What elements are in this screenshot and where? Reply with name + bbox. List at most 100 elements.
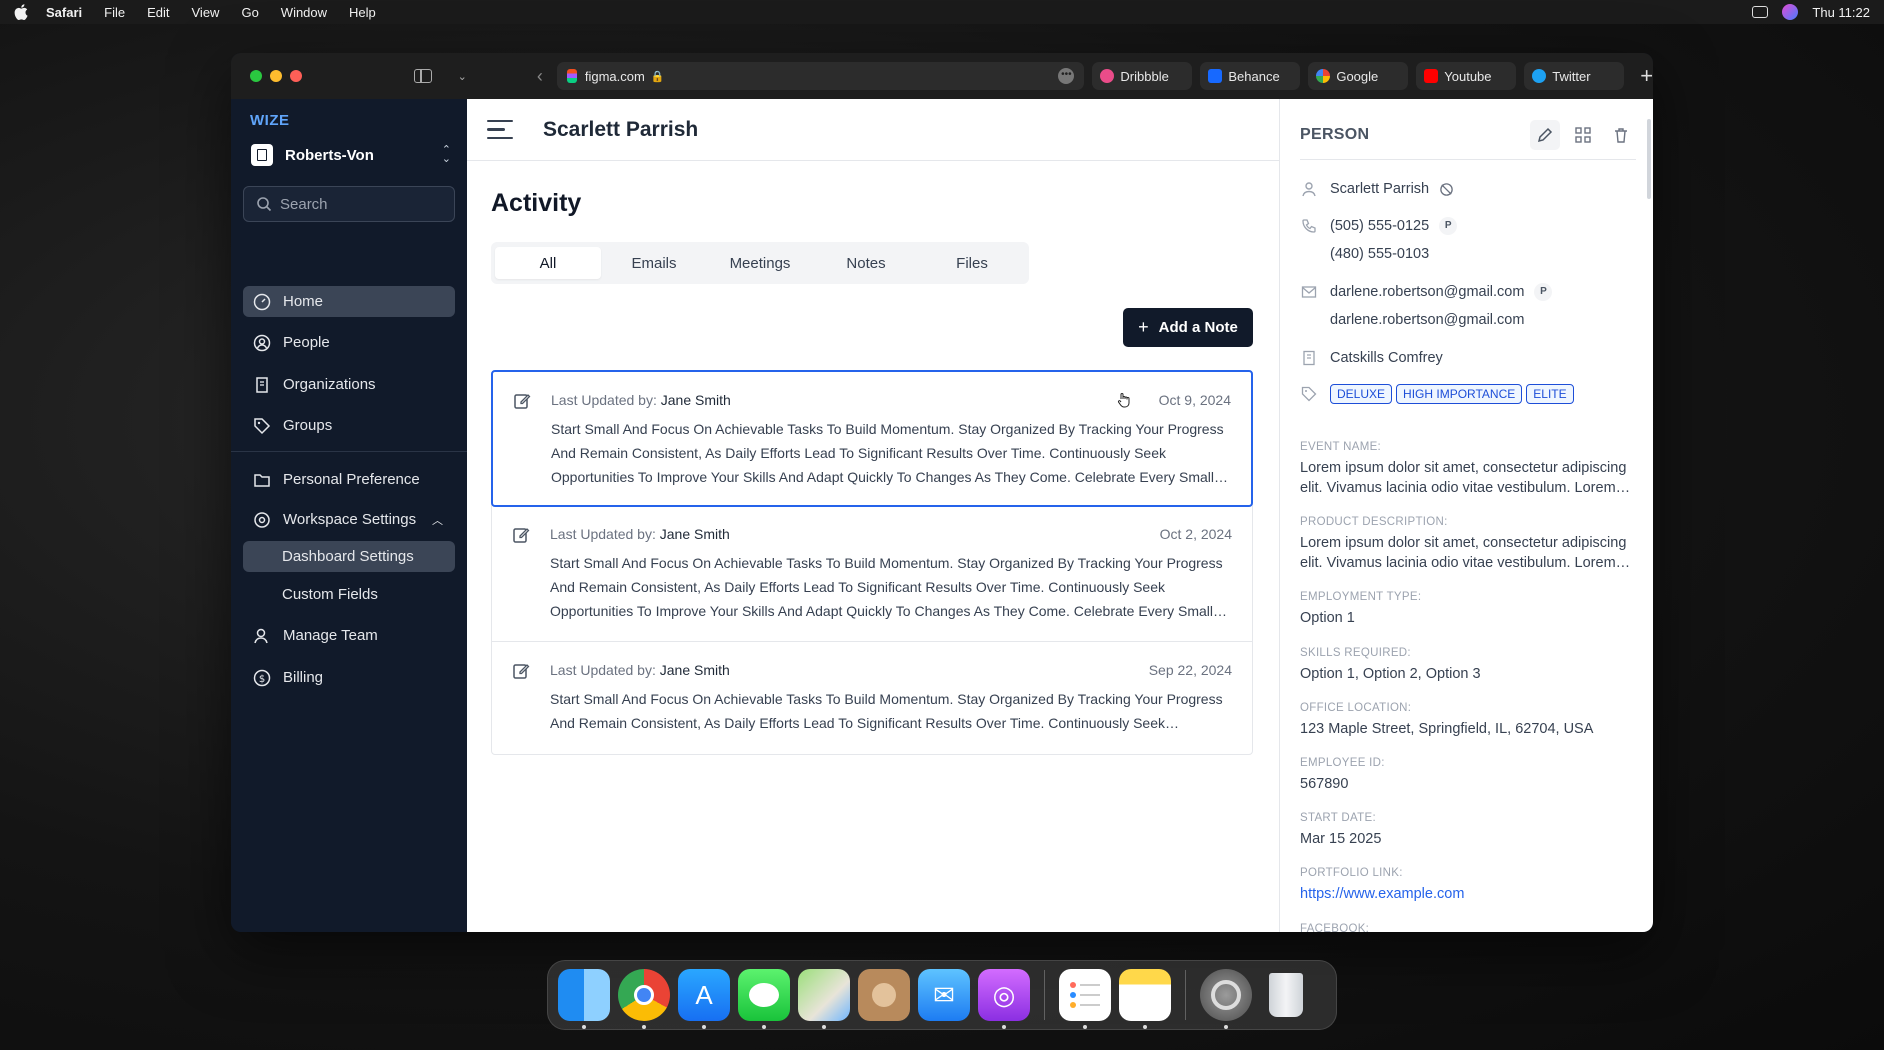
sidebar-item-label: Groups	[283, 417, 333, 434]
maps-icon[interactable]	[798, 969, 850, 1029]
chrome-icon[interactable]	[618, 969, 670, 1029]
field-label: OFFICE LOCATION:	[1300, 702, 1412, 714]
window-minimize-button[interactable]	[270, 70, 282, 82]
sidebar-item-custom-fields[interactable]: Custom Fields	[243, 579, 455, 610]
menu-file[interactable]: File	[104, 5, 125, 20]
podcasts-icon[interactable]: ◎	[978, 969, 1030, 1029]
menu-go[interactable]: Go	[241, 5, 258, 20]
sidebar-item-dashboard-settings[interactable]: Dashboard Settings	[243, 541, 455, 572]
more-options-icon[interactable]: •••	[1058, 68, 1075, 84]
delete-button[interactable]	[1606, 120, 1636, 150]
sidebar-item-label: Organizations	[283, 376, 376, 393]
menu-app-name[interactable]: Safari	[46, 5, 82, 20]
search-input[interactable]	[280, 195, 440, 213]
menu-window[interactable]: Window	[281, 5, 327, 20]
favorite-twitter[interactable]: Twitter	[1524, 62, 1625, 90]
control-center-icon[interactable]	[1752, 6, 1769, 18]
edit-note-icon	[514, 394, 531, 409]
activity-meta: Last Updated by: Jane Smith	[551, 392, 731, 408]
field-value: 123 Maple Street, Springfield, IL, 62704…	[1300, 721, 1594, 737]
svg-text:$: $	[259, 674, 265, 685]
activity-author: Jane Smith	[659, 662, 730, 678]
apple-icon[interactable]	[14, 4, 28, 20]
sidebar-item-label: Personal Preference	[283, 471, 420, 488]
org-switcher[interactable]: Roberts-Von ⌃ ⌄	[251, 143, 451, 167]
tab-notes[interactable]: Notes	[813, 247, 919, 279]
finder-icon[interactable]	[558, 969, 610, 1029]
organization-name[interactable]: Catskills Comfrey	[1330, 350, 1443, 366]
activity-card[interactable]: Last Updated by: Jane Smith Oct 9, 2024 …	[491, 370, 1253, 507]
sidebar-item-billing[interactable]: $ Billing	[243, 662, 455, 693]
messages-icon[interactable]	[738, 969, 790, 1029]
dribbble-icon	[1100, 69, 1115, 83]
menu-help[interactable]: Help	[349, 5, 376, 20]
chevron-down-icon[interactable]: ⌄	[458, 70, 467, 83]
window-close-button[interactable]	[290, 70, 302, 82]
app-sidebar: WIZE Roberts-Von ⌃⌄ Home People Organiza…	[231, 99, 467, 932]
dock-separator	[1044, 970, 1045, 1020]
merge-button[interactable]	[1568, 120, 1598, 150]
phone-secondary[interactable]: (480) 555-0103	[1330, 246, 1429, 262]
sidebar-item-organizations[interactable]: Organizations	[243, 369, 455, 400]
sidebar-search[interactable]	[243, 186, 455, 222]
activity-card[interactable]: Last Updated by: Jane Smith Sep 22, 2024…	[492, 642, 1252, 754]
brand-logo: WIZE	[250, 112, 290, 129]
phone-primary[interactable]: (505) 555-0125	[1330, 218, 1429, 234]
field-value: 567890	[1300, 776, 1349, 792]
tab-emails[interactable]: Emails	[601, 247, 707, 279]
favorite-dribbble[interactable]: Dribbble	[1092, 62, 1193, 90]
sidebar-item-people[interactable]: People	[243, 327, 455, 358]
portfolio-link[interactable]: https://www.example.com	[1300, 884, 1636, 904]
mail-icon[interactable]: ✉	[918, 969, 970, 1021]
reminders-icon[interactable]	[1059, 969, 1111, 1029]
panel-scrollbar[interactable]	[1647, 119, 1651, 199]
sidebar-item-home[interactable]: Home	[243, 286, 455, 317]
sidebar-item-manage-team[interactable]: Manage Team	[243, 620, 455, 651]
add-note-button[interactable]: + Add a Note	[1123, 308, 1253, 347]
building-icon	[253, 376, 271, 394]
notes-icon[interactable]	[1119, 969, 1171, 1029]
contacts-icon[interactable]	[858, 969, 910, 1021]
trash-icon[interactable]	[1260, 969, 1312, 1021]
tag-elite[interactable]: ELITE	[1526, 384, 1574, 404]
address-bar[interactable]: figma.com 🔒 •••	[556, 62, 1085, 90]
app-store-icon[interactable]: A	[678, 969, 730, 1029]
menu-view[interactable]: View	[192, 5, 220, 20]
field-value: Lorem ipsum dolor sit amet, consectetur …	[1300, 460, 1627, 496]
youtube-icon	[1424, 69, 1439, 83]
field-value: Mar 15 2025	[1300, 831, 1382, 847]
person-name: Scarlett Parrish	[1330, 181, 1430, 197]
siri-icon[interactable]	[1782, 4, 1799, 20]
tag-deluxe[interactable]: DELUXE	[1330, 384, 1393, 404]
menu-icon[interactable]	[487, 119, 513, 140]
grid-icon	[1575, 126, 1591, 143]
sidebar-item-personal-preference[interactable]: Personal Preference	[243, 464, 455, 495]
favorite-behance[interactable]: Behance	[1200, 62, 1301, 90]
menu-edit[interactable]: Edit	[147, 5, 169, 20]
email-secondary[interactable]: darlene.robertson@gmail.com	[1330, 312, 1524, 328]
menu-clock[interactable]: Thu 11:22	[1812, 5, 1870, 20]
tab-all[interactable]: All	[495, 247, 601, 279]
email-primary[interactable]: darlene.robertson@gmail.com	[1330, 284, 1524, 300]
sidebar-toggle-icon[interactable]	[414, 69, 432, 83]
field-label: EVENT NAME:	[1300, 441, 1382, 453]
back-arrow-icon[interactable]: ‹	[537, 66, 543, 87]
activity-date: Sep 22, 2024	[1148, 662, 1232, 678]
tag-high-importance[interactable]: HIGH IMPORTANCE	[1396, 384, 1523, 404]
activity-card[interactable]: Last Updated by: Jane Smith Oct 2, 2024 …	[492, 506, 1252, 642]
system-settings-icon[interactable]	[1200, 969, 1252, 1029]
dollar-circle-icon: $	[253, 669, 271, 687]
new-tab-plus-icon[interactable]: +	[1640, 63, 1653, 89]
tab-files[interactable]: Files	[919, 247, 1025, 279]
activity-body: Start Small And Focus On Achievable Task…	[551, 421, 1224, 485]
eye-off-icon[interactable]	[1439, 182, 1454, 197]
sidebar-item-workspace-settings[interactable]: Workspace Settings ︿	[243, 504, 455, 535]
person-name-row: Scarlett Parrish	[1300, 180, 1454, 198]
sidebar-item-groups[interactable]: Groups	[243, 410, 455, 441]
edit-button[interactable]	[1530, 119, 1560, 150]
window-zoom-button[interactable]	[250, 70, 262, 82]
tab-meetings[interactable]: Meetings	[707, 247, 813, 279]
favorite-google[interactable]: Google	[1308, 62, 1409, 90]
behance-icon	[1208, 69, 1223, 83]
favorite-youtube[interactable]: Youtube	[1416, 62, 1517, 90]
